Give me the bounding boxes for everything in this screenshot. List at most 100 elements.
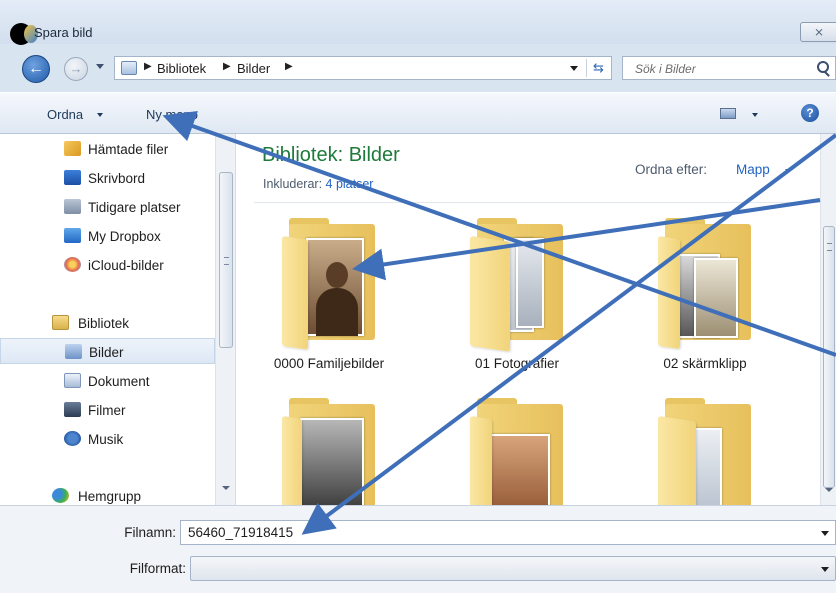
search-icon[interactable] [817,61,829,73]
videos-icon [64,402,81,417]
library-includes: Inkluderar: 4 platser [263,177,373,191]
nav-item-recent-places[interactable]: Tidigare platser [0,194,215,220]
scrollbar-thumb[interactable] [823,226,835,488]
nav-item-label: Hämtade filer [88,142,169,157]
portrait-body [316,288,358,336]
nav-item-icloud-photos[interactable]: iCloud-bilder [0,252,215,278]
nav-item-homegroup[interactable]: Hemgrupp [0,483,215,505]
address-dropdown[interactable] [570,66,578,71]
back-button[interactable]: ← [22,55,50,83]
nav-item-music[interactable]: Musik [0,426,215,452]
view-options-icon[interactable] [720,108,736,119]
arrow-right-icon: → [69,61,83,76]
icloud-photos-icon [64,257,81,272]
close-button[interactable]: ⨯ [800,22,836,42]
navigation-pane: Hämtade filer Skrivbord Tidigare platser… [0,134,236,505]
library-icon [121,61,137,75]
breadcrumb-separator[interactable]: ▶ [285,61,293,72]
chevron-down-icon[interactable] [821,567,829,572]
portrait-photo-thumbnail [306,238,364,336]
fileformat-label: Filformat: [129,561,186,576]
nav-item-desktop[interactable]: Skrivbord [0,165,215,191]
nav-item-videos[interactable]: Filmer [0,397,215,423]
recent-pages-dropdown[interactable] [96,64,104,69]
folder-fotografier[interactable]: 01 Fotografier [442,218,592,394]
divider [254,202,828,203]
nav-item-dropbox[interactable]: My Dropbox [0,223,215,249]
photo-thumbnail [488,434,550,505]
organize-button[interactable]: Ordna [47,107,83,122]
save-dialog-window: Spara bild ⨯ ← → ▶ Bibliotek ▶ Bilder ▶ … [0,0,836,593]
folder-label: 02 skärmklipp [663,356,747,371]
scrollbar-thumb[interactable] [219,172,233,348]
arrange-by-dropdown[interactable]: Mapp [736,162,770,177]
refresh-button[interactable]: ⇆ [586,59,610,77]
title-bar: Spara bild ⨯ [0,0,836,45]
address-bar[interactable]: ▶ Bibliotek ▶ Bilder ▶ ⇆ [114,56,612,80]
nav-item-label: Filmer [88,403,126,418]
refresh-icon: ⇆ [593,60,604,75]
new-folder-button[interactable]: Ny mapp [146,107,198,122]
folder-item[interactable] [254,398,404,505]
dropbox-icon [64,228,81,243]
chevron-down-icon[interactable] [785,169,791,173]
save-form: Filnamn: 56460_71918415 Filformat: [0,505,836,593]
fileformat-select[interactable] [190,556,836,581]
includes-prefix: Inkluderar: [263,177,326,191]
filename-label: Filnamn: [124,525,176,540]
file-list-scrollbar[interactable] [820,134,836,505]
window-title: Spara bild [34,25,93,40]
scroll-down-icon[interactable] [222,486,230,490]
grip-icon [224,257,229,265]
pictures-icon [65,344,82,359]
folder-front [282,236,308,350]
folder-familjebilder[interactable]: 0000 Familjebilder [254,218,404,394]
arrange-by-label: Ordna efter: [635,162,708,177]
includes-locations-link[interactable]: 4 platser [326,177,374,191]
documents-icon [64,373,81,388]
document-thumbnail [692,428,722,505]
search-box[interactable]: Sök i Bilder [622,56,836,80]
chevron-down-icon[interactable] [821,531,829,536]
nav-item-documents[interactable]: Dokument [0,368,215,394]
chevron-down-icon [97,113,103,117]
document-thumbnail [516,238,544,328]
homegroup-icon [52,488,69,503]
nav-item-label: iCloud-bilder [88,258,164,273]
photo-thumbnail [300,418,364,505]
nav-item-library[interactable]: Bibliotek [0,310,215,336]
folder-item[interactable] [442,398,592,505]
chevron-down-icon[interactable] [752,113,758,117]
folder-skarmklipp[interactable]: 02 skärmklipp [630,218,780,394]
arrow-left-icon: ← [28,60,44,77]
nav-item-label: Musik [88,432,124,447]
library-title: Bibliotek: Bilder [262,144,400,166]
filename-input[interactable]: 56460_71918415 [188,525,293,540]
nav-item-label: Bibliotek [78,316,130,331]
breadcrumb-bibliotek[interactable]: Bibliotek [157,61,206,76]
filename-field[interactable]: 56460_71918415 [180,520,836,545]
folder-front [658,416,696,505]
breadcrumb-separator[interactable]: ▶ [223,61,231,72]
folder-front [658,236,680,350]
breadcrumb-separator[interactable]: ▶ [144,61,152,72]
nav-item-label: Hemgrupp [78,489,142,504]
nav-item-label: Skrivbord [88,171,146,186]
folder-label: 0000 Familjebilder [273,356,385,371]
portrait-head [326,262,348,288]
screenshot-thumbnail [694,258,738,338]
nav-item-label: Tidigare platser [88,200,181,215]
help-button[interactable]: ? [801,104,819,122]
scroll-down-icon[interactable] [825,488,833,492]
nav-item-label: Dokument [88,374,150,389]
breadcrumb-bilder[interactable]: Bilder [237,61,270,76]
forward-button[interactable]: → [64,57,88,81]
search-input[interactable]: Sök i Bilder [635,62,696,76]
folder-front [282,416,302,505]
downloads-icon [64,141,81,156]
nav-item-pictures[interactable]: Bilder [0,338,215,364]
folder-item[interactable] [630,398,780,505]
nav-item-downloads[interactable]: Hämtade filer [0,136,215,162]
navigation-scrollbar[interactable] [215,134,235,505]
library-icon [52,315,69,330]
